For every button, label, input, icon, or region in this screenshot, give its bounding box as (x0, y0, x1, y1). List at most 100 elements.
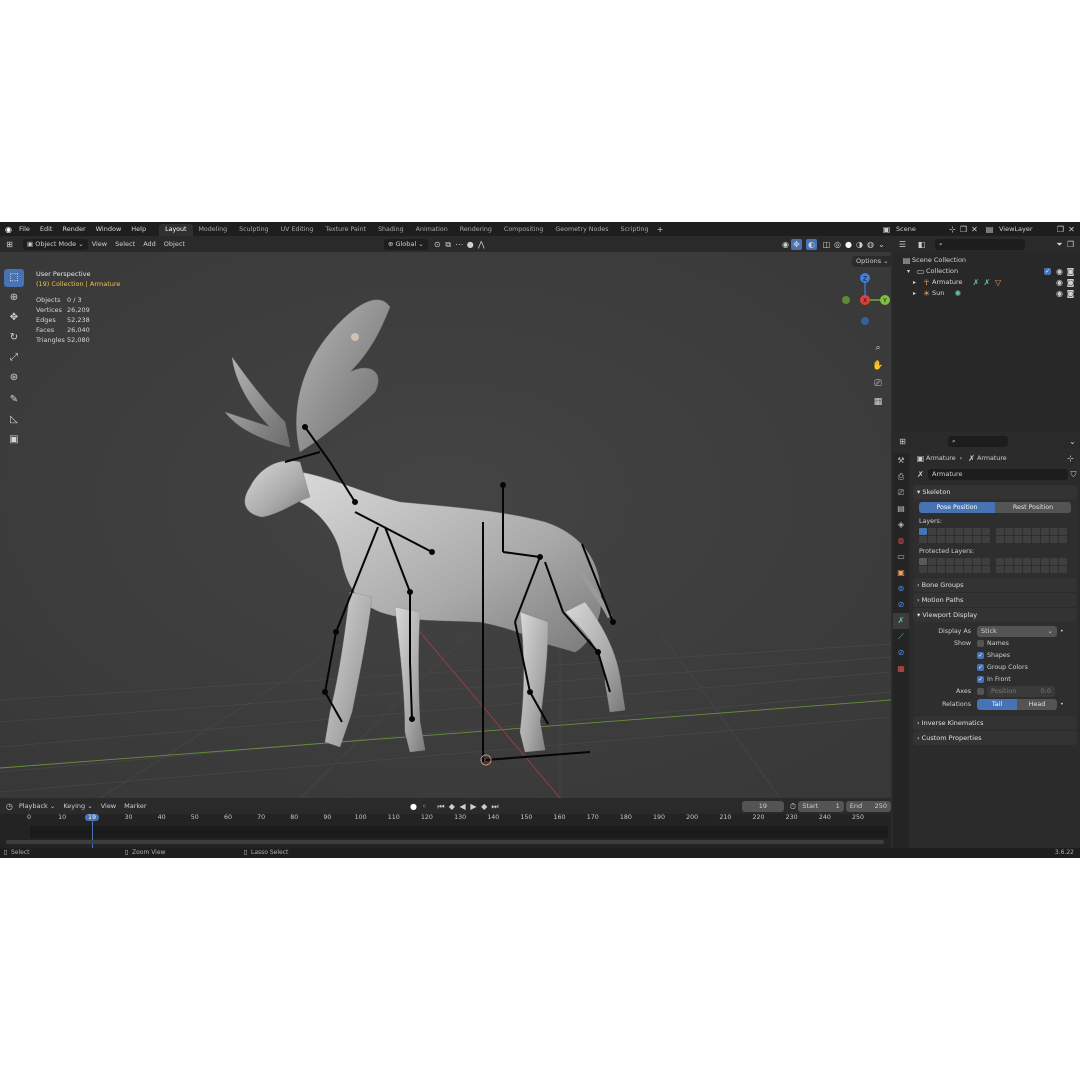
tab-sculpting[interactable]: Sculpting (233, 224, 274, 236)
editor-type-icon[interactable]: ⊞ (4, 239, 15, 250)
falloff-icon[interactable]: ⋀ (476, 239, 487, 250)
tab-rendering[interactable]: Rendering (454, 224, 498, 236)
layers-grid-right[interactable] (996, 528, 1067, 543)
names-checkbox[interactable] (977, 639, 984, 647)
outliner-search-input[interactable]: ⌕ (935, 238, 1025, 250)
display-as-keyframe-icon[interactable]: • (1060, 628, 1064, 635)
tab-animation[interactable]: Animation (410, 224, 454, 236)
sun-data-icon[interactable]: ✺ (952, 288, 963, 299)
menu-render[interactable]: Render (57, 222, 90, 236)
timeline-scrollbar[interactable] (6, 840, 884, 844)
material-shading-icon[interactable]: ◑ (854, 239, 865, 250)
skeleton-panel-header[interactable]: ▾ Skeleton (913, 485, 1077, 499)
texture-tab-icon[interactable]: ▦ (893, 661, 909, 677)
shapes-checkbox[interactable]: ✓ (977, 651, 984, 659)
current-frame-marker[interactable]: 19 (84, 814, 100, 821)
outliner-editor-type-icon[interactable]: ☰ (897, 239, 908, 250)
add-cube-tool-icon[interactable]: ▣ (4, 431, 24, 449)
collection-exclude-checkbox[interactable]: ✓ (1044, 268, 1051, 275)
physics-tab-icon[interactable]: ⊚ (893, 581, 909, 597)
show-names-row[interactable]: Show Names (919, 637, 1071, 649)
layers-grid[interactable] (919, 528, 1071, 543)
properties-editor-type-icon[interactable]: ⊞ (897, 436, 908, 447)
play-reverse-icon[interactable]: ◀ (457, 801, 468, 812)
bone-groups-panel-header[interactable]: › Bone Groups (913, 578, 1077, 592)
pose-position-button[interactable]: Pose Position (919, 502, 995, 513)
pivot-point-icon[interactable]: ⊙ (432, 239, 443, 250)
tab-compositing[interactable]: Compositing (498, 224, 549, 236)
timeline-menu-playback[interactable]: Playback ⌄ (15, 798, 60, 814)
bone-tab-icon[interactable]: ⟋ (893, 629, 909, 645)
rest-position-button[interactable]: Rest Position (995, 502, 1071, 513)
outliner-armature[interactable]: ▸ ☥ Armature ✗ ✗ ▽ ◉ ◙ (901, 277, 1080, 288)
viewport-menu-object[interactable]: Object (160, 236, 189, 252)
tab-uv-editing[interactable]: UV Editing (275, 224, 320, 236)
expand-armature-icon[interactable]: ▸ (913, 277, 921, 288)
viewport-menu-select[interactable]: Select (111, 236, 139, 252)
mode-selector[interactable]: ▣ Object Mode ⌄ (23, 238, 88, 250)
collection-visibility-icon[interactable]: ◉ (1054, 266, 1065, 277)
armature-modifier-icon[interactable]: ▽ (993, 277, 1004, 288)
end-frame-field[interactable]: End 250 (845, 800, 892, 812)
outliner[interactable]: ☰ ◧ ⌕ ⏷ ❐ ▤ Scene Collection ▾ ▭ Collecti… (893, 236, 1080, 432)
relations-keyframe-icon[interactable]: • (1060, 701, 1064, 708)
pan-hand-icon[interactable]: ✋ (870, 358, 886, 374)
custom-properties-panel-header[interactable]: › Custom Properties (913, 731, 1077, 745)
tab-modeling[interactable]: Modeling (193, 224, 234, 236)
new-collection-icon[interactable]: ❐ (1065, 239, 1076, 250)
axes-checkbox[interactable] (977, 688, 984, 695)
relations-head-button[interactable]: Head (1017, 699, 1057, 710)
transform-tool-icon[interactable]: ⊛ (4, 369, 24, 387)
sun-visibility-icon[interactable]: ◉ (1054, 288, 1065, 299)
tab-texture-paint[interactable]: Texture Paint (319, 224, 372, 236)
collection-tab-icon[interactable]: ▭ (893, 549, 909, 565)
view-layer-selector[interactable]: ViewLayer (995, 223, 1055, 235)
scene-tab-icon[interactable]: ◈ (893, 517, 909, 533)
constraints-tab-icon[interactable]: ⊘ (893, 597, 909, 613)
menu-file[interactable]: File (14, 222, 35, 236)
annotate-tool-icon[interactable]: ✎ (4, 391, 24, 409)
pin-icon[interactable]: ⊹ (1065, 453, 1076, 464)
render-tab-icon[interactable]: ⎙ (893, 469, 909, 485)
add-workspace-icon[interactable]: + (655, 224, 666, 235)
tab-layout[interactable]: Layout (159, 223, 193, 236)
tab-scripting[interactable]: Scripting (615, 224, 655, 236)
prev-keyframe-icon[interactable]: ◆ (446, 801, 457, 812)
delete-view-layer-icon[interactable]: ✕ (1066, 224, 1077, 235)
armature-pose-icon[interactable]: ✗ (982, 277, 993, 288)
inverse-kinematics-panel-header[interactable]: › Inverse Kinematics (913, 716, 1077, 730)
timeline-editor[interactable]: ◷ Playback ⌄ Keying ⌄ View Marker ● ◦ ⏮ … (0, 798, 892, 848)
expand-collection-icon[interactable]: ▾ (907, 266, 915, 277)
3d-viewport[interactable]: ⬚ ⊕ ✥ ↻ ⤢ ⊛ ✎ ◺ ▣ User Perspective (19) … (0, 252, 891, 798)
xray-icon[interactable]: ◫ (821, 239, 832, 250)
solid-shading-icon[interactable]: ● (843, 239, 854, 250)
scale-tool-icon[interactable]: ⤢ (4, 349, 24, 367)
layers-grid-left[interactable] (919, 528, 990, 543)
proportional-edit-icon[interactable]: ● (465, 239, 476, 250)
zoom-icon[interactable]: ⌕ (870, 340, 886, 356)
snap-icon[interactable]: ⧉ (443, 239, 454, 250)
start-frame-field[interactable]: Start 1 (798, 800, 844, 812)
viewport-options-button[interactable]: Options ⌄ (852, 256, 891, 267)
timeline-menu-view[interactable]: View (97, 798, 120, 814)
jump-end-icon[interactable]: ⏭ (490, 801, 501, 812)
view-layer-icon[interactable]: ▤ (984, 224, 995, 235)
viewport-display-panel-header[interactable]: ▾ Viewport Display (913, 608, 1077, 622)
protected-grid-right[interactable] (996, 558, 1067, 573)
timeline-menu-marker[interactable]: Marker (120, 798, 150, 814)
new-scene-icon[interactable]: ❐ (958, 224, 969, 235)
new-view-layer-icon[interactable]: ❐ (1055, 224, 1066, 235)
viewport-menu-add[interactable]: Add (139, 236, 160, 252)
measure-tool-icon[interactable]: ◺ (4, 411, 24, 429)
relations-tail-button[interactable]: Tail (977, 699, 1017, 710)
armature-name-field[interactable]: Armature (928, 468, 1068, 480)
outliner-sun[interactable]: ▸ ☀ Sun ✺ ◉ ◙ (901, 288, 1080, 299)
shading-options-icon[interactable]: ⌄ (876, 239, 887, 250)
move-tool-icon[interactable]: ✥ (4, 309, 24, 327)
output-tab-icon[interactable]: ⎚ (893, 485, 909, 501)
outliner-scene-collection[interactable]: ▤ Scene Collection (901, 255, 1080, 266)
protected-layers-grid[interactable] (919, 558, 1071, 573)
delete-scene-icon[interactable]: ✕ (969, 224, 980, 235)
timeline-ruler[interactable]: 0 10 19 30 40 50 60 70 80 90 100 110 120 130 140 150 160… (0, 814, 891, 848)
properties-editor[interactable]: ⊞ ⌕ ⌄ ⚒ ⎙ ⎚ ▤ ◈ ◍ ▭ ▣ ⊚ ⊘ ✗ ⟋ ⊘ ▦ ▣ Arma… (893, 433, 1080, 848)
